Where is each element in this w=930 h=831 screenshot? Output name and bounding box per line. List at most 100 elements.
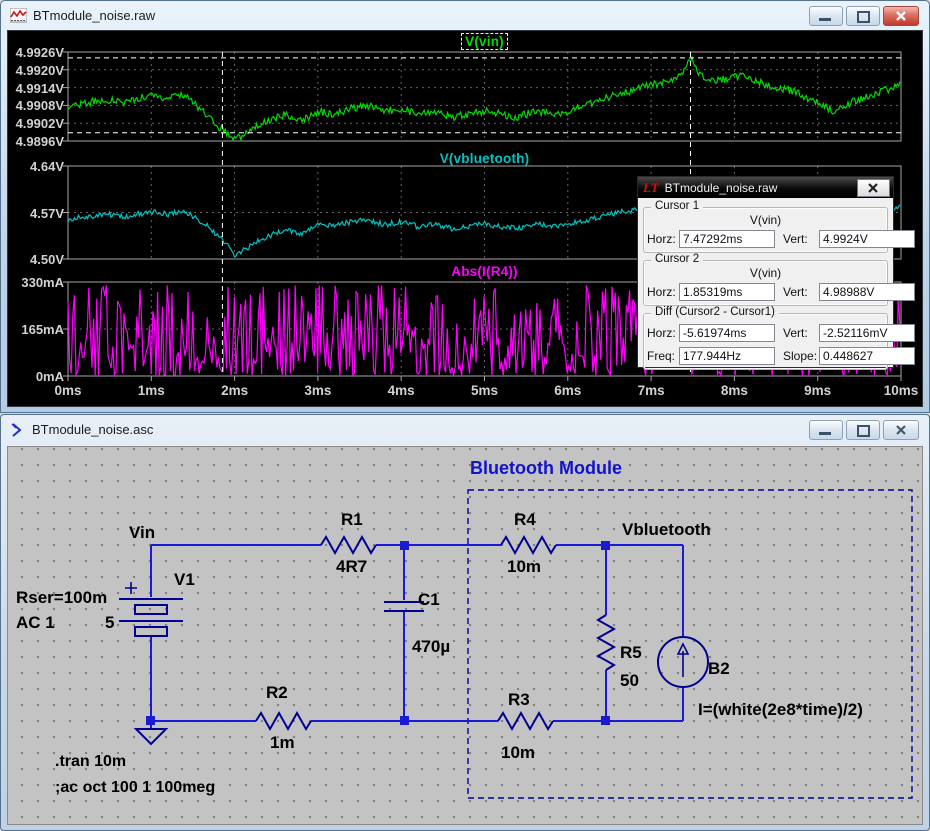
component-name-c1[interactable]: C1 bbox=[418, 590, 440, 610]
cursor-dialog-titlebar[interactable]: LT BTmodule_noise.raw bbox=[638, 177, 893, 198]
x-axis-tick-4[interactable]: 4ms bbox=[379, 383, 423, 398]
x-axis-tick-9[interactable]: 9ms bbox=[796, 383, 840, 398]
cursor-dialog-title: BTmodule_noise.raw bbox=[665, 181, 778, 195]
component-name-r1[interactable]: R1 bbox=[341, 510, 363, 530]
schematic-drawing bbox=[8, 447, 922, 824]
cursor2-group: Cursor 2 V(vin) Horz: 1.85319ms Vert: 4.… bbox=[643, 260, 888, 306]
current-source-b2[interactable] bbox=[658, 637, 708, 687]
diff-horz-label: Horz: bbox=[647, 326, 679, 340]
resistor-r4[interactable] bbox=[501, 537, 556, 553]
diff-slope-label: Slope: bbox=[783, 349, 819, 363]
diff-vert-label: Vert: bbox=[783, 326, 819, 340]
cursor2-vert-field[interactable]: 4.98988V bbox=[819, 283, 915, 301]
plus-sign bbox=[125, 582, 137, 594]
component-name-v1[interactable]: V1 bbox=[174, 570, 195, 590]
cursor-dialog-close-button[interactable] bbox=[857, 179, 890, 197]
y-axis-tick-pane2-0[interactable]: 330mA bbox=[8, 275, 64, 290]
close-button[interactable] bbox=[883, 6, 919, 26]
resistor-r1[interactable] bbox=[321, 537, 376, 553]
y-axis-tick-pane0-0[interactable]: 4.9926V bbox=[8, 45, 64, 60]
component-name-b2[interactable]: B2 bbox=[708, 659, 730, 679]
v1-value[interactable]: 5 bbox=[105, 613, 114, 633]
component-name-r2[interactable]: R2 bbox=[266, 683, 288, 703]
schematic-window-title: BTmodule_noise.asc bbox=[32, 422, 153, 437]
component-name-r4[interactable]: R4 bbox=[514, 510, 536, 530]
x-axis-tick-5[interactable]: 5ms bbox=[463, 383, 507, 398]
r4-value[interactable]: 10m bbox=[507, 557, 541, 577]
component-name-r3[interactable]: R3 bbox=[508, 690, 530, 710]
v1-rser[interactable]: Rser=100m bbox=[16, 588, 107, 608]
cursor-dialog: LT BTmodule_noise.raw Cursor 1 V(vin) Ho… bbox=[637, 176, 894, 368]
y-axis-tick-pane1-0[interactable]: 4.64V bbox=[8, 159, 64, 174]
schematic-canvas[interactable]: Vin V1 Rser=100m AC 1 5 R1 4R7 C1 470µ R4 10m Vblue… bbox=[7, 446, 923, 825]
pane-title-vbluetooth[interactable]: V(vbluetooth) bbox=[68, 151, 901, 166]
r2-value[interactable]: 1m bbox=[270, 733, 295, 753]
x-axis-tick-1[interactable]: 1ms bbox=[129, 383, 173, 398]
restore-button[interactable] bbox=[846, 6, 880, 26]
y-axis-tick-pane0-2[interactable]: 4.9914V bbox=[8, 81, 64, 96]
close-icon bbox=[884, 421, 918, 439]
r1-value[interactable]: 4R7 bbox=[336, 557, 367, 577]
c1-value[interactable]: 470µ bbox=[412, 637, 450, 657]
waveform-window-titlebar[interactable]: BTmodule_noise.raw bbox=[1, 1, 929, 30]
x-axis-tick-0[interactable]: 0ms bbox=[46, 383, 90, 398]
schematic-window: BTmodule_noise.asc bbox=[0, 414, 930, 831]
minimize-button[interactable] bbox=[809, 420, 843, 440]
cursor1-signal: V(vin) bbox=[647, 213, 884, 228]
x-axis-tick-6[interactable]: 6ms bbox=[546, 383, 590, 398]
v1-ac[interactable]: AC 1 bbox=[16, 613, 55, 633]
cursor2-horz-label: Horz: bbox=[647, 285, 679, 299]
trace-0[interactable] bbox=[68, 57, 900, 140]
x-axis-tick-8[interactable]: 8ms bbox=[712, 383, 756, 398]
ltspice-logo-icon: LT bbox=[643, 180, 659, 196]
resistor-r2[interactable] bbox=[256, 713, 311, 729]
node-label-vbluetooth[interactable]: Vbluetooth bbox=[622, 520, 711, 540]
directive-ac[interactable]: ;ac oct 100 1 100meg bbox=[55, 779, 215, 797]
diff-vert-field[interactable]: -2.52116mV bbox=[819, 324, 915, 342]
y-axis-tick-pane0-3[interactable]: 4.9908V bbox=[8, 98, 64, 113]
schematic-icon bbox=[10, 422, 26, 438]
x-axis-tick-3[interactable]: 3ms bbox=[296, 383, 340, 398]
y-axis-tick-pane2-1[interactable]: 165mA bbox=[8, 322, 64, 337]
schematic-window-titlebar[interactable]: BTmodule_noise.asc bbox=[1, 415, 929, 444]
x-axis-tick-7[interactable]: 7ms bbox=[629, 383, 673, 398]
cursor2-legend: Cursor 2 bbox=[651, 253, 703, 265]
y-axis-tick-pane1-2[interactable]: 4.50V bbox=[8, 252, 64, 267]
cursor1-horz-field[interactable]: 7.47292ms bbox=[679, 230, 775, 248]
close-button[interactable] bbox=[883, 420, 919, 440]
component-name-r5[interactable]: R5 bbox=[620, 643, 642, 663]
restore-button[interactable] bbox=[846, 420, 880, 440]
y-axis-tick-pane0-5[interactable]: 4.9896V bbox=[8, 134, 64, 149]
cursor1-vert-field[interactable]: 4.9924V bbox=[819, 230, 915, 248]
close-icon bbox=[858, 180, 889, 196]
node-label-vin[interactable]: Vin bbox=[129, 523, 155, 543]
b2-function[interactable]: I=(white(2e8*time)/2) bbox=[698, 700, 863, 720]
waveform-window: BTmodule_noise.raw V(vin) V(vbluetooth) … bbox=[0, 0, 930, 413]
cursor1-horz-label: Horz: bbox=[647, 232, 679, 246]
cursor2-vert-label: Vert: bbox=[783, 285, 819, 299]
resistor-r3[interactable] bbox=[498, 713, 553, 729]
diff-freq-field[interactable]: 177.944Hz bbox=[679, 347, 775, 365]
diff-legend: Diff (Cursor2 - Cursor1) bbox=[651, 306, 779, 318]
diff-slope-field[interactable]: 0.448627 bbox=[819, 347, 915, 365]
minimize-button[interactable] bbox=[809, 6, 843, 26]
diff-group: Diff (Cursor2 - Cursor1) Horz: -5.61974m… bbox=[643, 313, 888, 370]
x-axis-tick-10[interactable]: 10ms bbox=[879, 383, 923, 398]
cursor1-legend: Cursor 1 bbox=[651, 200, 703, 212]
y-axis-tick-pane1-1[interactable]: 4.57V bbox=[8, 206, 64, 221]
resistor-r5[interactable] bbox=[598, 615, 614, 670]
waveform-window-title: BTmodule_noise.raw bbox=[33, 8, 155, 23]
r5-value[interactable]: 50 bbox=[620, 671, 639, 691]
diff-freq-label: Freq: bbox=[647, 349, 679, 363]
cursor2-horz-field[interactable]: 1.85319ms bbox=[679, 283, 775, 301]
y-axis-tick-pane0-1[interactable]: 4.9920V bbox=[8, 63, 64, 78]
r3-value[interactable]: 10m bbox=[501, 743, 535, 763]
ground-symbol[interactable] bbox=[136, 729, 166, 744]
directive-tran[interactable]: .tran 10m bbox=[55, 753, 126, 771]
pane-title-vin[interactable]: V(vin) bbox=[68, 34, 901, 49]
y-axis-tick-pane2-2[interactable]: 0mA bbox=[8, 369, 64, 384]
diff-horz-field[interactable]: -5.61974ms bbox=[679, 324, 775, 342]
module-title[interactable]: Bluetooth Module bbox=[470, 458, 622, 479]
x-axis-tick-2[interactable]: 2ms bbox=[213, 383, 257, 398]
y-axis-tick-pane0-4[interactable]: 4.9902V bbox=[8, 116, 64, 131]
